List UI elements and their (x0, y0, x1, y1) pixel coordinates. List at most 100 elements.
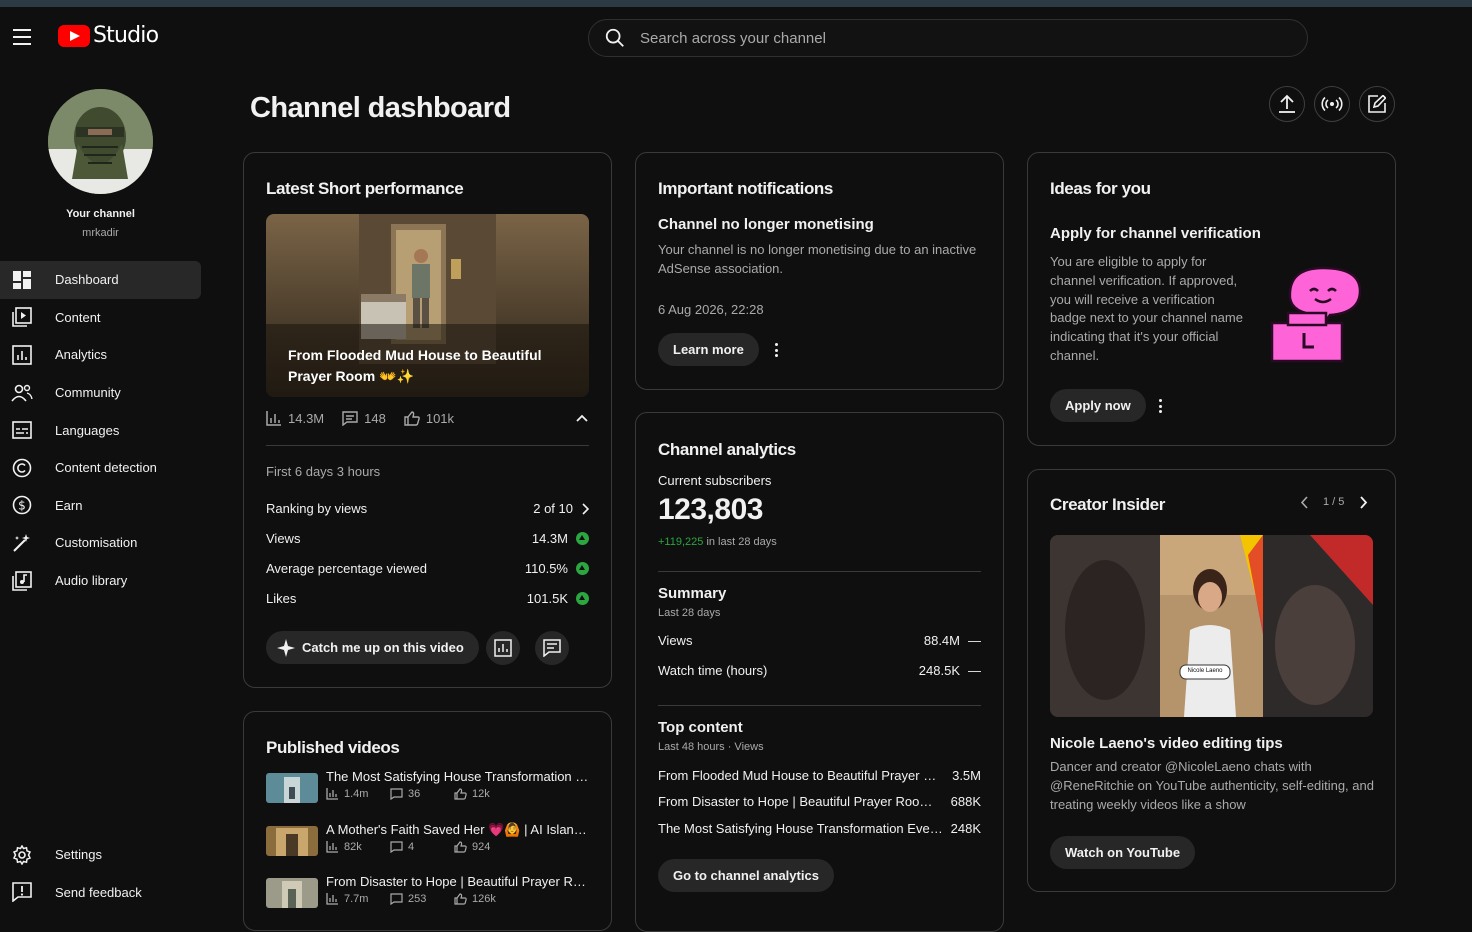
subscriber-delta-value: +119,225 (658, 536, 704, 548)
short-period: First 6 days 3 hours (266, 464, 381, 479)
metric-ranking-row[interactable]: Ranking by views 2 of 10 (266, 501, 589, 516)
sidebar-item-label: Content (55, 309, 101, 325)
channel-label: Your channel (66, 208, 135, 220)
comment-icon (390, 788, 403, 800)
catch-me-up-button[interactable]: Catch me up on this video (266, 631, 479, 664)
summary-value: 248.5K (918, 663, 960, 678)
sidebar-item-dashboard[interactable]: Dashboard (0, 261, 201, 299)
more-options-icon[interactable] (1157, 397, 1163, 415)
short-comments-button[interactable] (535, 631, 569, 665)
like-icon (404, 411, 420, 426)
short-analytics-button[interactable] (486, 631, 520, 665)
sidebar-item-audio-library[interactable]: Audio library (0, 562, 201, 600)
learn-more-button[interactable]: Learn more (658, 333, 759, 366)
search-bar[interactable] (588, 19, 1308, 57)
bar-chart-icon (326, 788, 338, 800)
short-likes-value: 101k (425, 411, 455, 426)
sidebar-item-send-feedback[interactable]: Send feedback (0, 874, 201, 912)
sidebar-item-settings[interactable]: Settings (0, 836, 201, 874)
bar-chart-icon (326, 893, 338, 905)
sidebar-item-label: Send feedback (55, 884, 142, 900)
trend-up-icon (576, 562, 589, 575)
summary-label: Watch time (hours) (658, 663, 768, 678)
video-likes: 924 (472, 841, 491, 853)
top-content-row[interactable]: From Flooded Mud House to Beautiful Pray… (658, 768, 981, 783)
sidebar-item-earn[interactable]: $ Earn (0, 487, 201, 525)
chevron-right-icon (582, 502, 589, 515)
go-to-analytics-button[interactable]: Go to channel analytics (658, 859, 834, 892)
sidebar-item-analytics[interactable]: Analytics (0, 336, 201, 374)
menu-icon[interactable] (13, 29, 33, 45)
sidebar-item-languages[interactable]: Languages (0, 411, 201, 449)
more-options-icon[interactable] (773, 341, 779, 359)
card-title: Latest Short performance (266, 179, 464, 198)
video-views: 7.7m (344, 893, 369, 905)
search-input[interactable] (640, 29, 1260, 47)
insider-thumbnail[interactable]: Nicole Laeno (1050, 535, 1373, 717)
summary-watch-time-row: Watch time (hours) 248.5K — (658, 663, 981, 678)
video-comments: 4 (408, 841, 415, 853)
sidebar-item-label: Community (55, 385, 121, 401)
trend-up-icon (576, 592, 589, 605)
analytics-icon (494, 639, 512, 657)
svg-text:$: $ (18, 499, 26, 513)
feedback-icon (11, 881, 33, 903)
watch-on-youtube-button[interactable]: Watch on YouTube (1050, 836, 1196, 869)
community-icon (11, 382, 33, 404)
published-videos-card: Published videos The Most Satisfying Hou… (243, 711, 612, 931)
video-stats: 82k 4 924 (326, 841, 518, 853)
metric-value: 2 of 10 (533, 501, 573, 516)
short-thumbnail[interactable]: From Flooded Mud House to Beautiful Pray… (266, 214, 589, 397)
sidebar-item-community[interactable]: Community (0, 374, 201, 412)
like-icon (454, 788, 467, 800)
metric-value: 110.5% (524, 561, 568, 576)
sparkle-icon (277, 638, 295, 657)
upload-button[interactable] (1269, 86, 1305, 122)
divider (266, 445, 589, 446)
bar-chart-icon (326, 841, 338, 853)
sidebar-item-customisation[interactable]: Customisation (0, 524, 201, 562)
sidebar-item-content[interactable]: Content (0, 299, 201, 337)
search-icon (605, 28, 624, 47)
top-content-period: Last 48 hours · Views (658, 741, 764, 753)
sidebar-item-label: Settings (55, 847, 102, 863)
top-content-row[interactable]: The Most Satisfying House Transformation… (658, 821, 981, 836)
metric-likes-row: Likes 101.5K (266, 591, 589, 606)
apply-now-button[interactable]: Apply now (1050, 389, 1146, 422)
chevron-left-icon[interactable] (1300, 496, 1308, 509)
avatar[interactable] (48, 89, 153, 194)
sidebar-item-content-detection[interactable]: Content detection (0, 449, 201, 487)
video-thumbnail (266, 826, 318, 856)
verification-illustration-icon (1270, 266, 1362, 363)
video-title: From Disaster to Hope | Beautiful Prayer… (326, 874, 591, 889)
customisation-icon (11, 532, 33, 554)
chevron-up-icon[interactable] (576, 414, 588, 422)
create-post-button[interactable] (1359, 86, 1395, 122)
channel-analytics-card: Channel analytics Current subscribers 12… (635, 412, 1004, 932)
video-row[interactable]: A Mother's Faith Saved Her 💗🙆 | AI Islan… (266, 822, 606, 858)
chevron-right-icon[interactable] (1360, 496, 1368, 509)
top-content-row[interactable]: From Disaster to Hope | Beautiful Prayer… (658, 794, 981, 809)
metric-value: 101.5K (526, 591, 568, 606)
sidebar-item-label: Earn (55, 497, 83, 513)
sidebar-item-label: Analytics (55, 347, 108, 363)
live-icon (1321, 96, 1343, 112)
studio-logo[interactable]: Studio (58, 23, 159, 48)
sidebar-item-label: Dashboard (55, 272, 119, 288)
video-row[interactable]: From Disaster to Hope | Beautiful Prayer… (266, 874, 606, 910)
audio-library-icon (11, 570, 33, 592)
metric-avg-viewed-row: Average percentage viewed 110.5% (266, 561, 589, 576)
sidebar-nav: Dashboard Content Analytics Community La… (0, 261, 201, 599)
carousel-pager: 1 / 5 (1323, 496, 1345, 508)
earn-icon: $ (11, 494, 33, 516)
idea-body: You are eligible to apply for channel ve… (1050, 254, 1243, 363)
comment-icon (390, 841, 403, 853)
sidebar-item-label: Languages (55, 422, 120, 438)
go-live-button[interactable] (1314, 86, 1350, 122)
subscriber-delta: +119,225 in last 28 days (658, 536, 777, 548)
card-title: Creator Insider (1050, 495, 1165, 514)
top-content-value: 688K (950, 794, 981, 809)
notification-date: 6 Aug 2026, 22:28 (658, 302, 764, 317)
like-icon (454, 893, 467, 905)
video-row[interactable]: The Most Satisfying House Transformation… (266, 769, 606, 805)
